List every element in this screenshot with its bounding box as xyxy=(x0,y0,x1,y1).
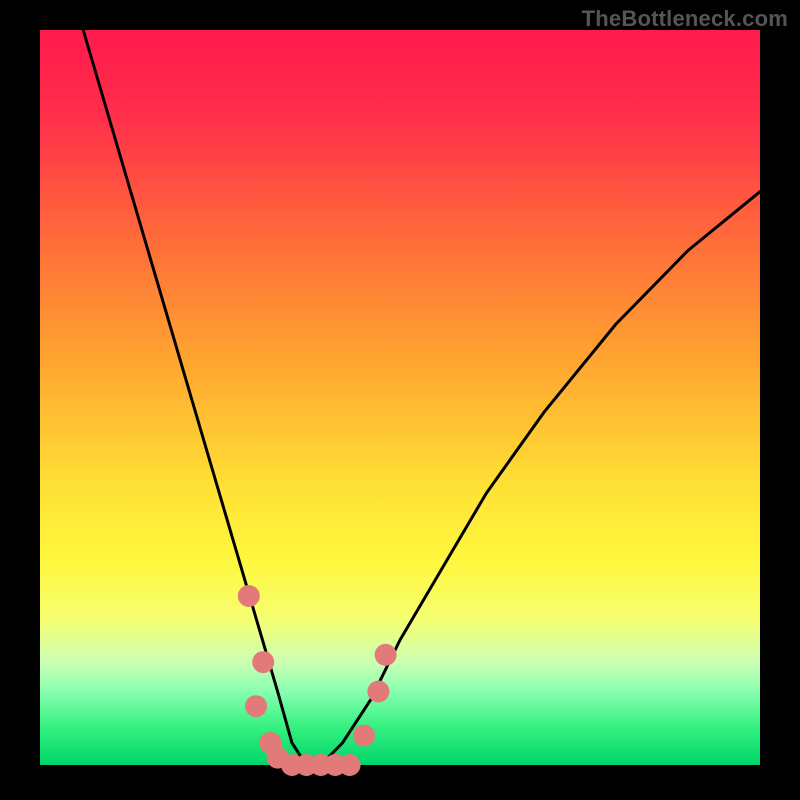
data-point xyxy=(375,644,397,666)
bottleneck-chart xyxy=(0,0,800,800)
chart-frame: TheBottleneck.com xyxy=(0,0,800,800)
data-point xyxy=(339,754,361,776)
data-point xyxy=(238,585,260,607)
data-point xyxy=(367,681,389,703)
watermark-text: TheBottleneck.com xyxy=(582,6,788,32)
data-point xyxy=(252,651,274,673)
data-point xyxy=(245,695,267,717)
plot-background xyxy=(40,30,760,765)
data-point xyxy=(353,725,375,747)
